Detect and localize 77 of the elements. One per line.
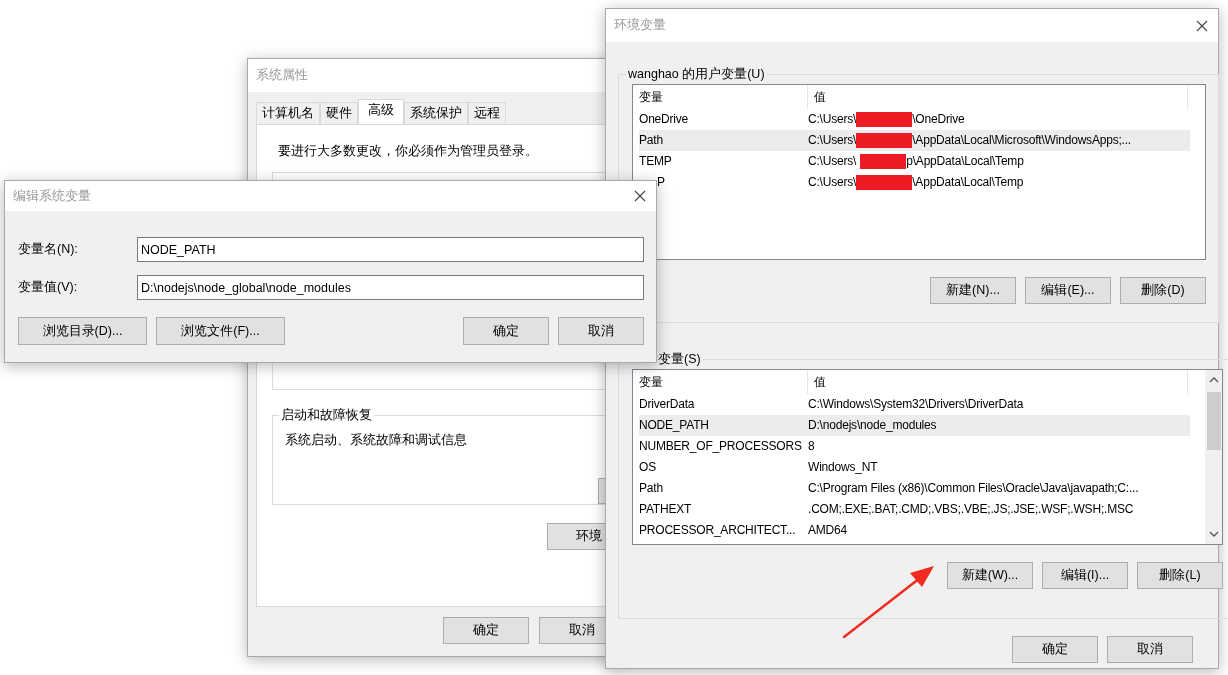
button[interactable]: 取消 xyxy=(1107,636,1193,663)
close-icon[interactable] xyxy=(1196,19,1208,32)
tab[interactable]: 硬件 xyxy=(320,102,358,124)
input-field[interactable]: D:\nodejs\node_global\node_modules xyxy=(137,275,644,300)
table-cell-text: OS xyxy=(639,459,657,476)
button[interactable]: 浏览文件(F)... xyxy=(156,317,285,345)
tab[interactable]: 高级 xyxy=(358,99,404,124)
table-cell-text: \AppData\Local\Microsoft\WindowsApps;... xyxy=(912,132,1131,149)
input-field[interactable]: NODE_PATH xyxy=(137,237,644,262)
list-row[interactable]: PROCESSOR_ARCHITECT... AMD64 xyxy=(639,520,1190,541)
table-cell-text: C:\Windows\System32\Drivers\DriverData xyxy=(807,396,1025,413)
list-row[interactable]: OS Windows_NT xyxy=(639,457,1190,478)
table-cell-text: TEMP xyxy=(639,153,673,170)
table-cell-text: \AppData\Local\Temp xyxy=(912,174,1024,191)
scroll-thumb[interactable] xyxy=(1206,392,1221,450)
column-header[interactable]: 变量 xyxy=(639,370,807,394)
tab[interactable]: 远程 xyxy=(468,102,506,124)
scroll-down-icon[interactable] xyxy=(1208,529,1219,539)
button[interactable]: 确定 xyxy=(1012,636,1098,663)
group-title: wanghao 的用户变量(U) xyxy=(627,66,766,83)
table-cell-text: 8 xyxy=(807,438,816,455)
list-row[interactable]: Path C:\Program Files (x86)\Common Files\Oracle\Java\javapath;C:... xyxy=(639,478,1190,499)
window-title: 环境变量 xyxy=(614,17,666,34)
button[interactable]: 删除(L) xyxy=(1137,562,1223,589)
column-header[interactable]: 值 xyxy=(807,85,1187,109)
window-title: 系统属性 xyxy=(256,67,308,84)
list-row[interactable]: DriverData C:\Windows\System32\Drivers\DriverData xyxy=(639,394,1190,415)
field-label: 变量名(N): xyxy=(18,241,79,258)
table-cell-text: C:\Program Files (x86)\Common Files\Oracle\Java\javapath;C:... xyxy=(807,480,1140,497)
button[interactable]: 删除(D) xyxy=(1120,277,1206,304)
list-row[interactable]: Path C:\Users\ \AppData\Local\Microsoft\WindowsApps;... xyxy=(639,130,1190,151)
table-cell-text: Path xyxy=(639,480,664,497)
scroll-up-icon[interactable] xyxy=(1208,375,1219,385)
table-cell-text: NUMBER_OF_PROCESSORS xyxy=(639,438,803,455)
table-cell-text: AMD64 xyxy=(807,522,848,539)
button[interactable]: 浏览目录(D)... xyxy=(18,317,147,345)
group-description: 系统启动、系统故障和调试信息 xyxy=(285,432,468,449)
list-row[interactable]: PATHEXT .COM;.EXE;.BAT;.CMD;.VBS;.VBE;.JS;.JSE;.WSF;.WSH;.MSC xyxy=(639,499,1190,520)
button[interactable]: 取消 xyxy=(558,317,644,345)
table-cell-text: p\AppData\Local\Temp xyxy=(906,153,1024,170)
button[interactable]: 新建(W)... xyxy=(947,562,1033,589)
list-row[interactable]: NODE_PATH D:\nodejs\node_modules xyxy=(639,415,1190,436)
column-header[interactable]: 值 xyxy=(807,370,1187,394)
notice-text: 要进行大多数更改，你必须作为管理员登录。 xyxy=(278,143,539,160)
table-cell-text: PATHEXT xyxy=(639,501,693,518)
table-cell-text: .COM;.EXE;.BAT;.CMD;.VBS;.VBE;.JS;.JSE;.WSF;.WSH;.MSC xyxy=(807,501,1135,518)
table-cell-text: Windows_NT xyxy=(807,459,879,476)
group-title: 变量(S) xyxy=(657,351,702,368)
list-row[interactable]: P C:\Users\ \AppData\Local\Temp xyxy=(639,172,1190,193)
table-cell-text: C:\Users\ xyxy=(808,153,857,170)
table-cell-text: DriverData xyxy=(639,396,696,413)
close-icon[interactable] xyxy=(634,190,646,202)
scrollbar[interactable] xyxy=(1205,370,1222,544)
button[interactable]: 新建(N)... xyxy=(930,277,1016,304)
table-cell-text: D:\nodejs\node_modules xyxy=(807,417,938,434)
table-cell-text: \OneDrive xyxy=(912,111,965,128)
tab[interactable]: 计算机名 xyxy=(256,102,320,124)
button[interactable]: 确定 xyxy=(443,617,529,644)
table-cell-text: P xyxy=(656,174,666,191)
table-cell-text: OneDrive xyxy=(639,111,690,128)
tab[interactable]: 系统保护 xyxy=(404,102,468,124)
table-cell-text: C:\Users\ xyxy=(808,132,857,149)
table-cell-text: C:\Users\ xyxy=(808,111,857,128)
list-row[interactable]: NUMBER_OF_PROCESSORS 8 xyxy=(639,436,1190,457)
column-header[interactable]: 变量 xyxy=(639,85,807,109)
button[interactable]: 确定 xyxy=(463,317,549,345)
button[interactable]: 编辑(I)... xyxy=(1042,562,1128,589)
table-cell-text: C:\Users\ xyxy=(808,174,857,191)
field-label: 变量值(V): xyxy=(18,279,79,296)
table-cell-text: PROCESSOR_ARCHITECT... xyxy=(639,522,797,539)
button[interactable]: 编辑(E)... xyxy=(1025,277,1111,304)
table-cell-text: Path xyxy=(639,132,664,149)
table-cell-text: NODE_PATH xyxy=(639,417,710,434)
dialog-title: 编辑系统变量 xyxy=(13,187,91,205)
list-row[interactable]: TEMP C:\Users\ p\AppData\Local\Temp xyxy=(639,151,1190,172)
group-title: 启动和故障恢复 xyxy=(280,407,373,424)
list-row[interactable]: OneDrive C:\Users\ \OneDrive xyxy=(639,109,1190,130)
